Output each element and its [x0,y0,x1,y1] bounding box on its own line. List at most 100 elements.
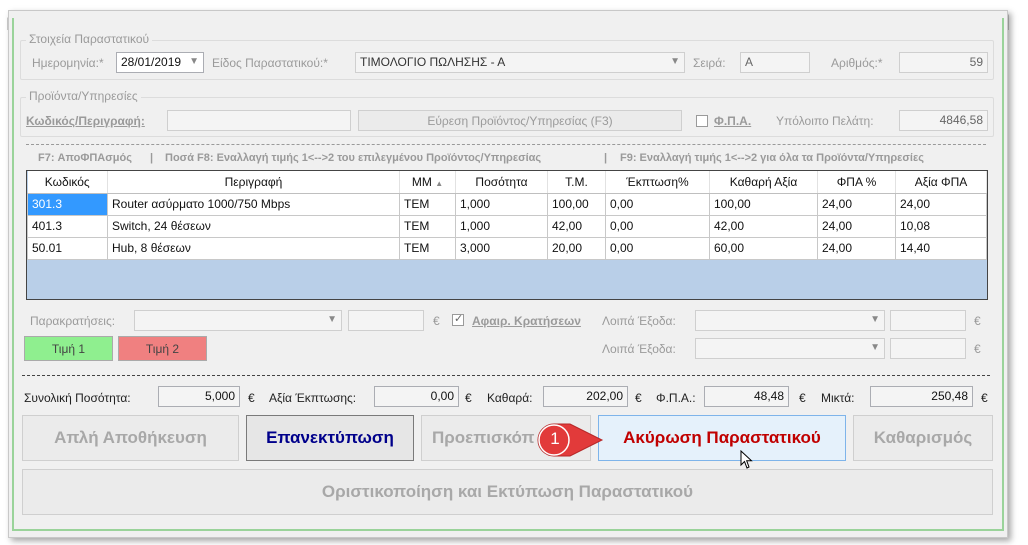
cell-unit-price[interactable]: 42,00 [547,214,606,238]
cell-unit-price[interactable]: 100,00 [547,192,606,216]
check-icon: ✓ [454,313,464,325]
cell-net-value[interactable]: 60,00 [709,236,818,260]
hint-f8: Ποσά F8: Εναλλαγή τιμής 1<-->2 του επιλε… [165,152,542,164]
vat-label: Φ.Π.Α. [714,114,752,128]
price-2-button[interactable]: Τιμή 2 [118,336,207,361]
doctype-select[interactable]: ΤΙΜΟΛΟΓΙΟ ΠΩΛΗΣΗΣ - Α ▼ [355,52,685,73]
hint-divider-top [26,144,986,145]
cell-vat-value[interactable]: 10,08 [895,214,987,238]
series-value: Α [745,55,754,69]
cell-unit[interactable]: TEM [399,192,456,216]
vat-checkbox[interactable] [696,115,708,127]
chevron-down-icon[interactable]: ▼ [327,314,337,325]
cell-discount[interactable]: 0,00 [605,192,710,216]
chevron-down-icon[interactable]: ▼ [870,342,880,353]
table-row[interactable]: 50.01 Hub, 8 θέσεων TEM 3,000 20,00 0,00… [27,236,987,260]
simple-save-button[interactable]: Απλή Αποθήκευση [22,415,239,461]
net-value: 202,00 [586,389,623,403]
cell-vat-percent[interactable]: 24,00 [817,214,896,238]
euro-sign: € [799,391,806,405]
discount-value-field: 0,00 [374,386,459,407]
cancel-document-label: Ακύρωση Παραστατικού [623,428,821,447]
cell-code[interactable]: 301.3 [27,192,108,216]
hint-f9: F9: Εναλλαγή τιμής 1<-->2 για όλα τα Προ… [620,152,924,164]
other-expenses-amount-1[interactable] [890,310,966,331]
number-value: 59 [969,55,983,69]
date-label: Ημερομηνία:* [32,56,104,70]
header-group-title: Στοιχεία Παραστατικού [26,32,153,46]
cell-unit[interactable]: TEM [399,236,456,260]
col-header-discount[interactable]: Έκπτωση% [605,171,710,194]
other-expenses-select-1[interactable]: ▼ [695,310,885,331]
series-label: Σειρά: [693,56,726,70]
products-grid[interactable]: Κωδικός Περιγραφή ΜΜ ▲ Ποσότητα Τ.Μ. Έκπ… [26,170,988,300]
euro-sign: € [974,314,981,328]
col-header-unit[interactable]: ΜΜ ▲ [399,171,456,194]
doctype-value: ΤΙΜΟΛΟΓΙΟ ΠΩΛΗΣΗΣ - Α [360,55,506,69]
cell-vat-percent[interactable]: 24,00 [817,192,896,216]
chevron-down-icon[interactable]: ▼ [189,56,199,67]
other-expenses-select-2[interactable]: ▼ [695,338,885,359]
clear-button[interactable]: Καθαρισμός [853,415,993,461]
products-table: Κωδικός Περιγραφή ΜΜ ▲ Ποσότητα Τ.Μ. Έκπ… [27,171,987,260]
cell-vat-value[interactable]: 14,40 [895,236,987,260]
deductions-select[interactable]: ▼ [134,310,342,331]
balance-label: Υπόλοιπο Πελάτη: [776,114,874,128]
cell-discount[interactable]: 0,00 [605,236,710,260]
finalize-print-label: Οριστικοποίηση και Εκτύπωση Παραστατικού [321,482,694,501]
total-quantity-value: 5,000 [204,389,235,403]
cell-net-value[interactable]: 100,00 [709,192,818,216]
cell-description[interactable]: Router ασύρματο 1000/750 Mbps [107,192,400,216]
cell-description[interactable]: Switch, 24 θέσεων [107,214,400,238]
subtract-deductions-checkbox[interactable]: ✓ [452,313,464,326]
euro-sign: € [981,391,988,405]
col-header-net-value[interactable]: Καθαρή Αξία [709,171,818,194]
subtract-deductions-label: Αφαιρ. Κρατήσεων [472,314,581,328]
grid-header-row: Κωδικός Περιγραφή ΜΜ ▲ Ποσότητα Τ.Μ. Έκπ… [27,171,987,194]
chevron-down-icon[interactable]: ▼ [670,56,680,67]
cell-quantity[interactable]: 1,000 [455,214,548,238]
code-label: Κωδικός/Περιγραφή: [26,114,145,128]
cell-code[interactable]: 50.01 [27,236,108,260]
table-row[interactable]: 301.3 Router ασύρματο 1000/750 Mbps TEM … [27,192,987,216]
cancel-document-button[interactable]: Ακύρωση Παραστατικού [598,415,846,461]
step-callout-number: 1 [550,429,560,448]
col-header-vat-value[interactable]: Αξία ΦΠΑ [895,171,987,194]
code-search-input[interactable] [167,110,351,131]
cell-net-value[interactable]: 42,00 [709,214,818,238]
col-header-description[interactable]: Περιγραφή [107,171,400,194]
cell-quantity[interactable]: 1,000 [455,192,548,216]
cell-vat-percent[interactable]: 24,00 [817,236,896,260]
col-header-vat-percent[interactable]: ΦΠΑ % [817,171,896,194]
doctype-label: Είδος Παραστατικού:* [212,56,328,70]
cell-vat-value[interactable]: 24,00 [895,192,987,216]
number-field[interactable]: 59 [899,52,988,73]
cell-description[interactable]: Hub, 8 θέσεων [107,236,400,260]
gross-value: 250,48 [931,389,968,403]
deductions-amount[interactable] [348,310,424,331]
series-field[interactable]: Α [740,52,810,73]
chevron-down-icon[interactable]: ▼ [870,314,880,325]
cell-discount[interactable]: 0,00 [605,214,710,238]
other-expenses-amount-2[interactable] [890,338,966,359]
cell-quantity[interactable]: 3,000 [455,236,548,260]
balance-value: 4846,58 [939,113,983,127]
cell-unit[interactable]: TEM [399,214,456,238]
col-header-code[interactable]: Κωδικός [27,171,108,194]
discount-value-label: Αξία Έκπτωσης: [269,391,357,405]
cell-unit-price[interactable]: 20,00 [547,236,606,260]
mouse-cursor-icon [740,450,753,469]
price-1-button[interactable]: Τιμή 1 [24,336,113,361]
vat-total-field: 48,48 [704,386,789,407]
net-label: Καθαρά: [487,391,533,405]
col-header-quantity[interactable]: Ποσότητα [455,171,548,194]
find-product-label: Εύρεση Προϊόντος/Υπηρεσίας (F3) [427,113,613,128]
table-row[interactable]: 401.3 Switch, 24 θέσεων TEM 1,000 42,00 … [27,214,987,238]
simple-save-label: Απλή Αποθήκευση [54,428,207,447]
find-product-button[interactable]: Εύρεση Προϊόντος/Υπηρεσίας (F3) [358,110,682,131]
col-header-unit-price[interactable]: Τ.Μ. [547,171,606,194]
finalize-print-button[interactable]: Οριστικοποίηση και Εκτύπωση Παραστατικού [22,469,993,515]
cell-code[interactable]: 401.3 [27,214,108,238]
date-picker[interactable]: 28/01/2019 ▼ [116,52,204,73]
reprint-button[interactable]: Επανεκτύπωση [246,415,414,461]
